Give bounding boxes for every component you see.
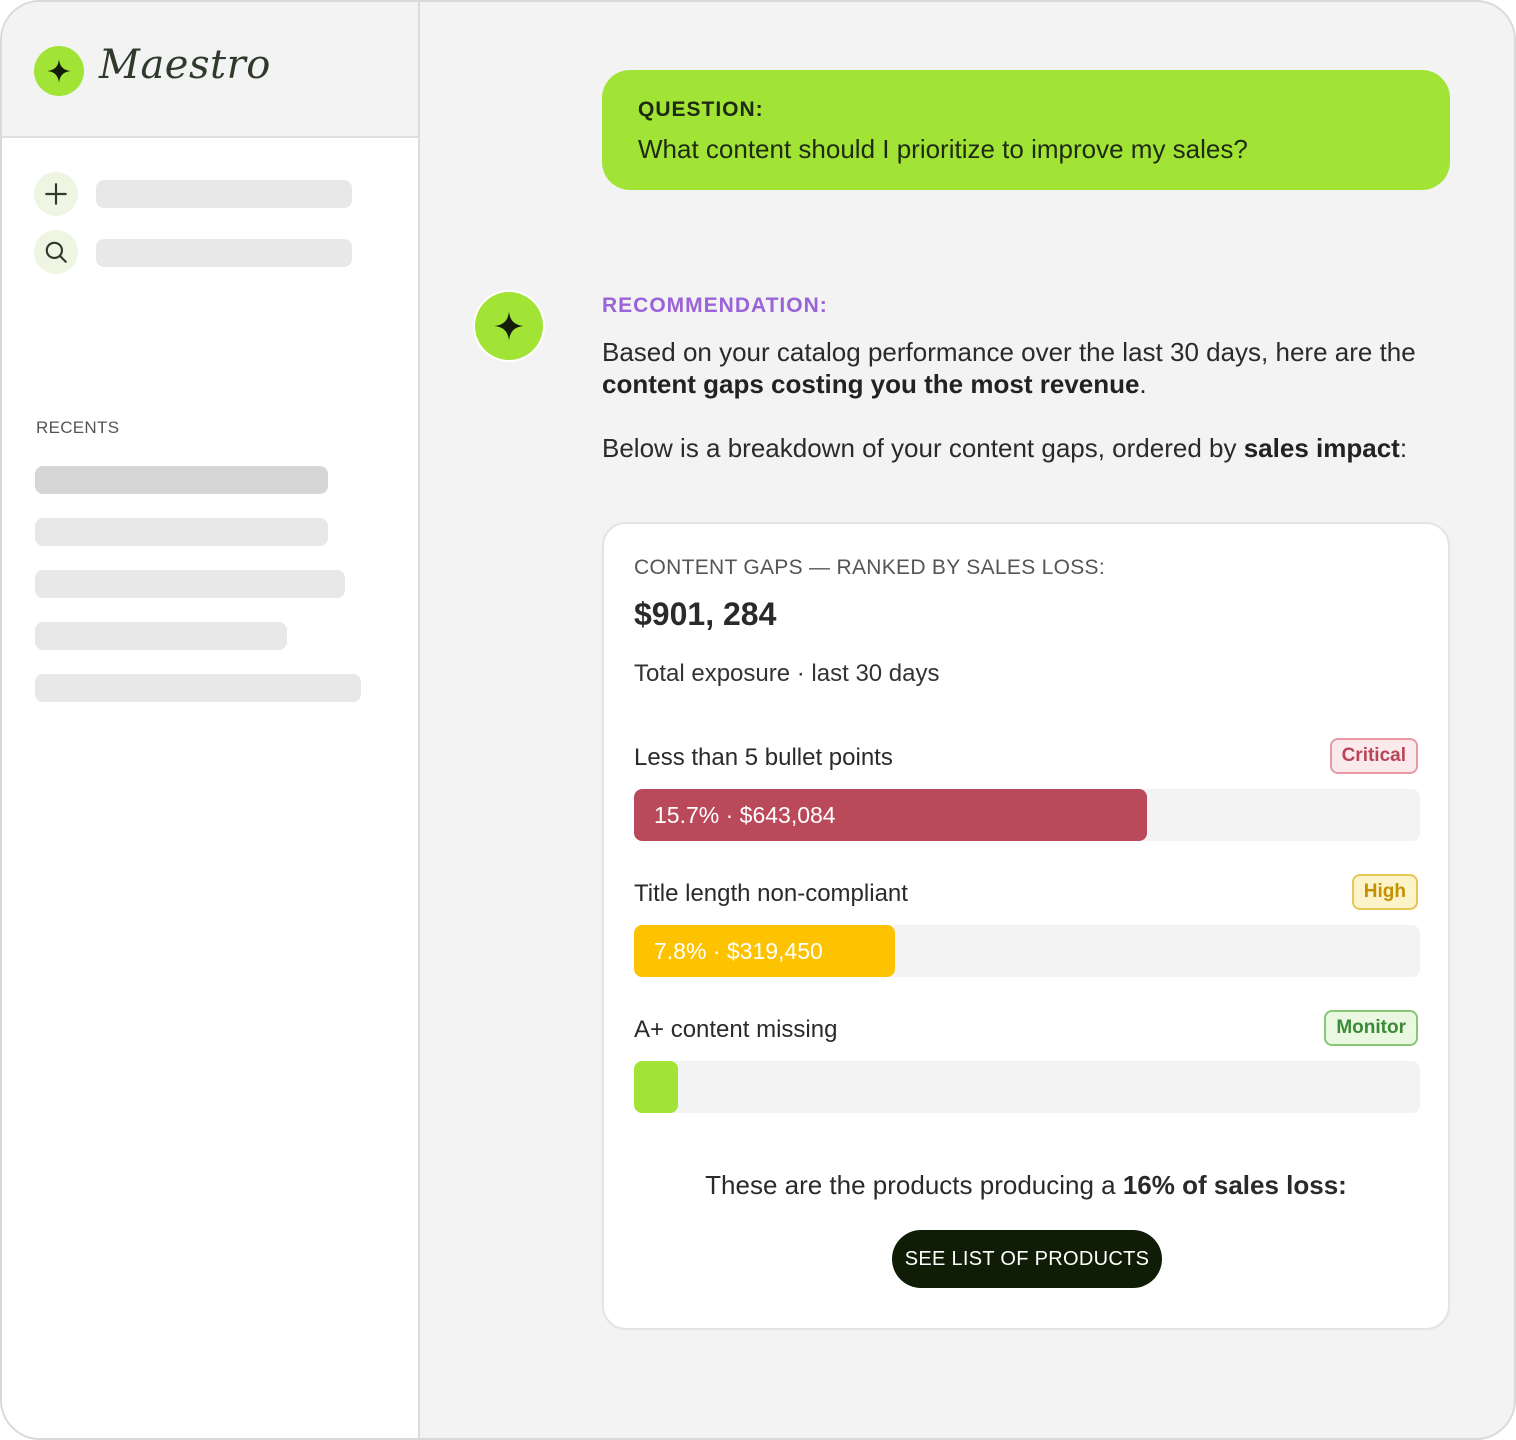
recents-label: RECENTS — [36, 418, 120, 437]
sparkle-icon — [494, 311, 524, 341]
para1-text: Based on your catalog performance over t… — [602, 337, 1416, 367]
severity-badge-high: High — [1351, 874, 1418, 910]
plus-icon — [45, 183, 67, 205]
see-list-of-products-button[interactable]: SEE LIST OF PRODUCTS — [892, 1230, 1162, 1288]
severity-badge-monitor: Monitor — [1324, 1010, 1418, 1046]
app-name: Maestro — [99, 42, 271, 88]
content-gaps-card: CONTENT GAPS — RANKED BY SALES LOSS: $90… — [602, 522, 1450, 1330]
new-chat-placeholder[interactable] — [96, 180, 352, 208]
sidebar-header: Maestro — [2, 2, 418, 138]
para1-emphasis: content gaps costing you the most revenu… — [602, 369, 1140, 399]
para2-emphasis: sales impact — [1243, 433, 1400, 463]
recent-item[interactable] — [35, 466, 328, 494]
summary-text: These are the products producing a 16% o… — [604, 1170, 1448, 1201]
total-exposure-value: $901, 284 — [634, 596, 777, 632]
search-placeholder[interactable] — [96, 239, 352, 267]
gap-title: A+ content missing — [634, 1016, 838, 1043]
gap-bar-track — [634, 1061, 1420, 1113]
recommendation-label: RECOMMENDATION: — [602, 294, 828, 317]
severity-badge-critical: Critical — [1329, 738, 1418, 774]
gap-bar-fill: 15.7% · $643,084 — [634, 789, 1148, 841]
recommendation-paragraph-2: Below is a breakdown of your content gap… — [602, 432, 1452, 464]
gap-bar-fill — [634, 1061, 679, 1113]
recent-item[interactable] — [35, 674, 361, 702]
gap-bar-track: 15.7% · $643,084 — [634, 789, 1420, 841]
sidebar: Maestro RECENTS — [2, 2, 420, 1438]
user-question-bubble: QUESTION: What content should I prioriti… — [602, 70, 1450, 190]
logo-sparkle-icon — [34, 46, 84, 96]
search-button[interactable] — [34, 230, 78, 274]
new-chat-button[interactable] — [34, 172, 78, 216]
gap-title: Title length non-compliant — [634, 880, 908, 907]
recent-item[interactable] — [35, 622, 287, 650]
question-text: What content should I prioritize to impr… — [638, 134, 1248, 164]
search-icon — [45, 241, 67, 263]
para2-text: Below is a breakdown of your content gap… — [602, 433, 1244, 463]
recent-item[interactable] — [35, 570, 345, 598]
para2-end: : — [1399, 433, 1408, 463]
app-window: Maestro RECENTS QUESTION: What content s… — [0, 0, 1516, 1440]
para1-end: . — [1139, 369, 1147, 399]
gap-title: Less than 5 bullet points — [634, 744, 893, 771]
summary-emphasis: 16% of sales loss: — [1122, 1170, 1347, 1200]
recommendation-paragraph-1: Based on your catalog performance over t… — [602, 336, 1452, 400]
card-label: CONTENT GAPS — RANKED BY SALES LOSS: — [634, 556, 1105, 579]
gap-bar-fill: 7.8% · $319,450 — [634, 925, 895, 977]
assistant-avatar — [475, 292, 543, 360]
gap-bar-track: 7.8% · $319,450 — [634, 925, 1420, 977]
recent-item[interactable] — [35, 518, 328, 546]
summary-prefix: These are the products producing a — [705, 1170, 1123, 1200]
question-label: QUESTION: — [638, 98, 764, 121]
total-exposure-caption: Total exposure · last 30 days — [634, 660, 940, 687]
